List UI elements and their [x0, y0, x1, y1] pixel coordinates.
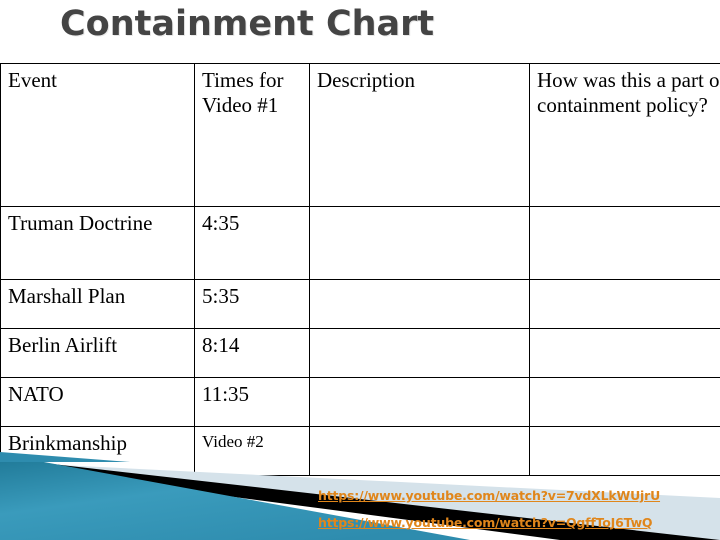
table-row: Truman Doctrine 4:35	[0, 206, 720, 280]
cell-how	[529, 206, 720, 280]
cell-times: 11:35	[194, 377, 310, 427]
column-header-how: How was this a part of containment polic…	[529, 63, 720, 207]
cell-times: Video #2	[194, 426, 310, 476]
column-header-times: Times for Video #1	[194, 63, 310, 207]
column-header-event: Event	[0, 63, 195, 207]
column-header-description: Description	[309, 63, 530, 207]
containment-chart-table: Event Times for Video #1 Description How…	[0, 63, 720, 476]
cell-times: 8:14	[194, 328, 310, 378]
cell-event: Marshall Plan	[0, 279, 195, 329]
cell-description	[309, 426, 530, 476]
cell-how	[529, 279, 720, 329]
youtube-link-video-1[interactable]: https://www.youtube.com/watch?v=7vdXLkWU…	[318, 482, 720, 509]
page-title: Containment Chart	[60, 4, 435, 44]
table-header-row: Event Times for Video #1 Description How…	[0, 63, 720, 207]
cell-event: Brinkmanship	[0, 426, 195, 476]
table-row: Berlin Airlift 8:14	[0, 328, 720, 378]
cell-how	[529, 426, 720, 476]
cell-times: 4:35	[194, 206, 310, 280]
youtube-link-video-2[interactable]: https://www.youtube.com/watch?v=QgffToJ6…	[318, 509, 720, 536]
cell-description	[309, 279, 530, 329]
cell-event: NATO	[0, 377, 195, 427]
table-row: NATO 11:35	[0, 377, 720, 427]
cell-times: 5:35	[194, 279, 310, 329]
cell-how	[529, 377, 720, 427]
cell-description	[309, 206, 530, 280]
cell-event: Truman Doctrine	[0, 206, 195, 280]
table-row: Brinkmanship Video #2	[0, 426, 720, 476]
cell-event: Berlin Airlift	[0, 328, 195, 378]
cell-description	[309, 328, 530, 378]
video-links-group: https://www.youtube.com/watch?v=7vdXLkWU…	[318, 482, 720, 536]
cell-how	[529, 328, 720, 378]
cell-description	[309, 377, 530, 427]
table-row: Marshall Plan 5:35	[0, 279, 720, 329]
